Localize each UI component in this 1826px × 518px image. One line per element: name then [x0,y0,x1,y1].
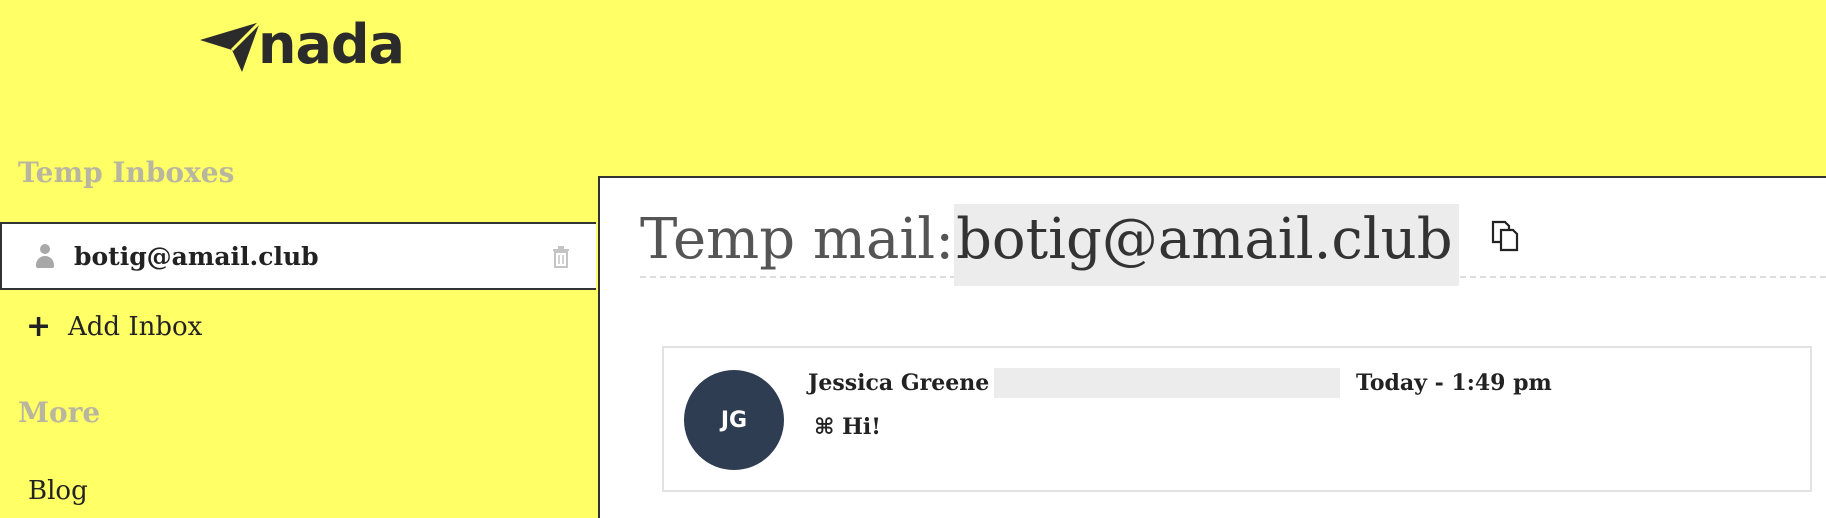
trash-icon[interactable] [552,246,570,268]
add-inbox-label: Add Inbox [68,312,203,342]
sender-name: Jessica Greene [808,370,990,396]
message-list-item[interactable]: JG Jessica Greene Today - 1:49 pm ⌘ Hi! [662,346,1812,492]
user-icon [34,243,56,269]
temp-mail-label: Temp mail: [640,207,955,272]
plus-icon: + [26,309,52,344]
sender-avatar: JG [684,370,784,470]
more-heading: More [18,396,101,429]
temp-mail-address[interactable]: botig@amail.club [954,204,1459,286]
message-subject: ⌘ Hi! [814,414,881,440]
copy-icon[interactable] [1487,218,1523,254]
logo-text: nada [258,13,405,76]
inbox-panel: Temp mail: botig@amail.club JG Jessica G… [598,176,1826,518]
temp-inboxes-heading: Temp Inboxes [18,156,235,189]
inbox-item[interactable]: botig@amail.club [0,222,596,290]
redacted-sender-email [994,368,1340,398]
inbox-address: botig@amail.club [74,241,319,271]
message-time: Today - 1:49 pm [1356,370,1552,396]
temp-mail-header: Temp mail: botig@amail.club [640,204,1826,286]
nada-logo[interactable]: nada [198,8,405,76]
add-inbox-button[interactable]: + Add Inbox [26,309,203,344]
paper-plane-icon [200,20,262,72]
nav-link-blog[interactable]: Blog [28,476,88,506]
